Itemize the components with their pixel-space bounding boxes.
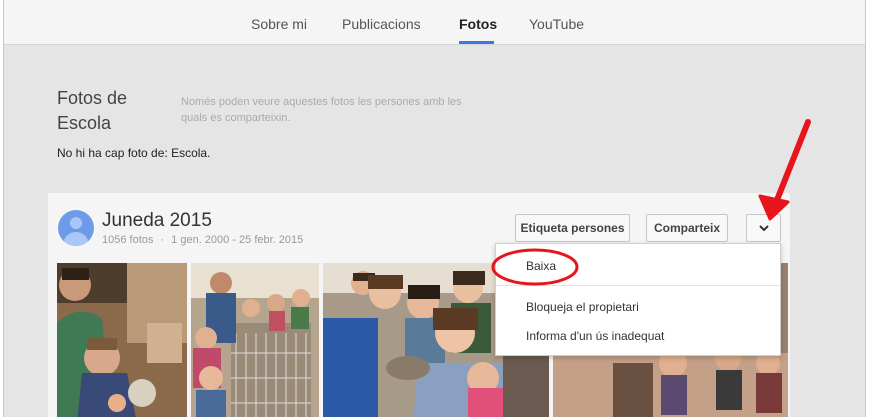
menu-divider [496,285,780,286]
tab-youtube[interactable]: YouTube [529,16,584,32]
avatar-body-shape [63,232,89,246]
more-options-button[interactable] [746,214,781,242]
menu-item-download[interactable]: Baixa [526,259,556,273]
app-frame: Sobre mi Publicacions Fotos YouTube Foto… [3,0,866,417]
empty-message: No hi ha cap foto de: Escola. [57,146,211,160]
album-title[interactable]: Juneda 2015 [102,210,212,232]
date-range: 1 gen. 2000 - 25 febr. 2015 [171,234,304,246]
tab-about[interactable]: Sobre mi [251,16,307,32]
album-photo[interactable] [191,263,319,417]
tag-people-button[interactable]: Etiqueta persones [515,214,630,242]
tab-bar: Sobre mi Publicacions Fotos YouTube [4,0,865,45]
section-title: Fotos de Escola [57,88,128,133]
menu-item-report-abuse[interactable]: Informa d'un ús inadequat [526,329,664,343]
tab-posts[interactable]: Publicacions [342,16,421,32]
avatar[interactable] [58,210,94,246]
tab-photos[interactable]: Fotos [459,16,497,32]
chevron-down-icon [758,225,769,232]
photo-count: 1056 fotos [102,234,154,246]
photo-image [57,263,187,417]
privacy-note: Només poden veure aquestes fotos les per… [181,96,462,124]
active-tab-indicator [459,41,494,44]
avatar-head-shape [70,217,82,229]
more-options-menu: Baixa Bloqueja el propietari Informa d'u… [495,243,781,356]
menu-item-block-owner[interactable]: Bloqueja el propietari [526,300,639,314]
meta-separator: · [160,234,165,246]
photo-image [191,263,319,417]
album-photo[interactable] [57,263,187,417]
album-meta: 1056 fotos · 1 gen. 2000 - 25 febr. 2015 [102,234,303,246]
share-button[interactable]: Comparteix [646,214,728,242]
